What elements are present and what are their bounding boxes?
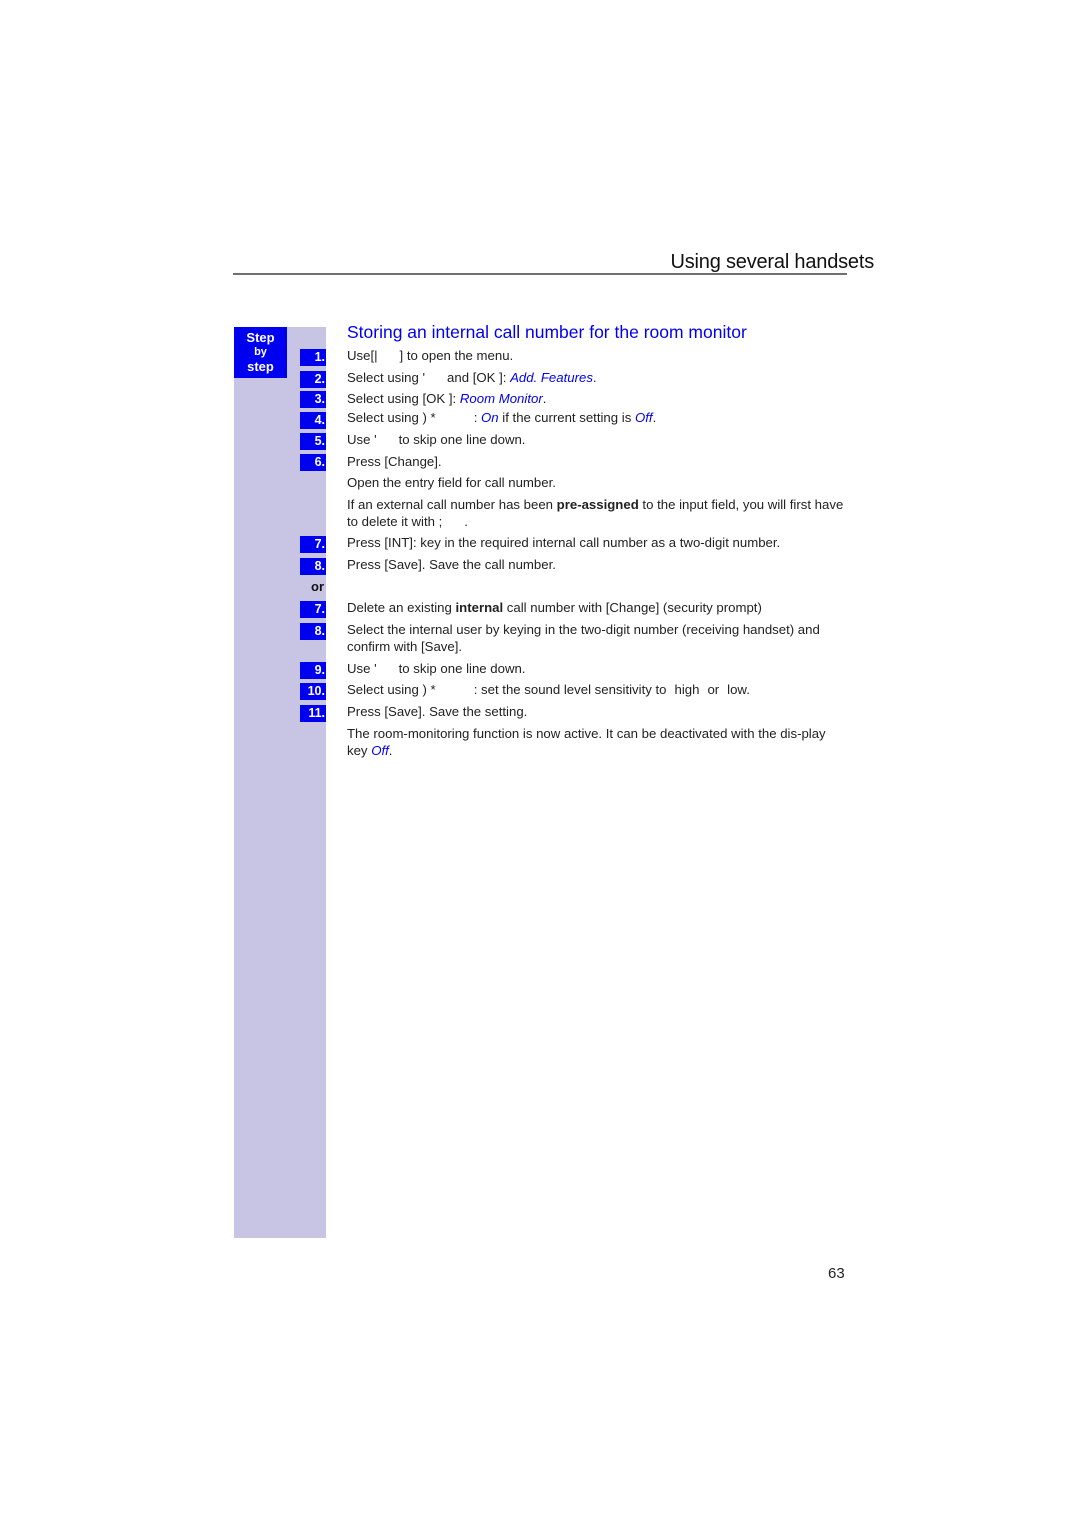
step-number-3: 3. — [300, 391, 326, 408]
step-number-4: 4. — [300, 412, 326, 429]
note-end: . — [464, 513, 468, 529]
step-number-10: 10. — [300, 683, 326, 700]
step-number-8b: 8. — [300, 623, 326, 640]
badge-word-step2: step — [247, 359, 274, 374]
step-8a-text: Press [Save]. Save the call number. — [347, 557, 556, 572]
step-10-post: : set the sound level sensitivity to — [473, 682, 667, 697]
step-number-7a: 7. — [300, 536, 326, 553]
alternative-or-label: or — [311, 579, 324, 594]
step-number-2: 2. — [300, 371, 326, 388]
step-5-pre: Use ' — [347, 432, 377, 447]
step-5-text: Use ' to skip one line down. — [347, 432, 525, 448]
step-number-9: 9. — [300, 662, 326, 679]
section-title: Storing an internal call number for the … — [347, 322, 747, 342]
step-number-8a: 8. — [300, 558, 326, 575]
step-2-post: . — [592, 370, 597, 385]
step-by-step-badge: Step by step — [234, 327, 287, 378]
step-4-pre: Select using ) * — [347, 410, 436, 425]
badge-word-by: by — [254, 346, 267, 358]
closing-pre: The room-monitoring function is now acti… — [347, 726, 826, 758]
step-10-text: Select using ) * : set the sound level se… — [347, 682, 750, 698]
step-9-text: Use ' to skip one line down. — [347, 661, 525, 677]
step-4-mid: : — [473, 410, 482, 425]
step-3-text: Select using [OK ]: Room Monitor. — [347, 391, 546, 407]
step-number-11: 11. — [300, 705, 326, 722]
header-divider — [233, 273, 847, 275]
step-10-end: . — [746, 682, 750, 697]
step-6-note-preassigned: If an external call number has been pre-… — [347, 497, 847, 530]
menu-item-add-features: Add. Features — [510, 370, 593, 385]
note-bold-preassigned: pre-assigned — [556, 497, 639, 512]
setting-on: On — [481, 410, 499, 425]
option-or: or — [707, 682, 720, 697]
step-4-mid2: if the current setting is — [498, 410, 635, 425]
step-1-text: Use[| ] to open the menu. — [347, 348, 513, 364]
option-low: low — [727, 682, 747, 697]
step-5-post: to skip one line down. — [398, 432, 526, 447]
step-9-post: to skip one line down. — [398, 661, 526, 676]
menu-item-room-monitor: Room Monitor — [459, 391, 543, 406]
step-number-1: 1. — [300, 349, 326, 366]
step-10-pre: Select using ) * — [347, 682, 436, 697]
step-7b-text: Delete an existing internal call number … — [347, 600, 762, 616]
running-header: Using several handsets — [670, 251, 875, 273]
step-11-text: Press [Save]. Save the setting. — [347, 704, 528, 719]
step-8b-text: Select the internal user by keying in th… — [347, 622, 820, 654]
step-4-post: . — [652, 410, 657, 425]
note-pre: If an external call number has been — [347, 497, 557, 512]
step-6-text: Press [Change]. — [347, 454, 442, 469]
closing-post: . — [388, 742, 393, 758]
step-number-5: 5. — [300, 433, 326, 450]
option-high: high — [674, 682, 700, 697]
step-number-6: 6. — [300, 454, 326, 471]
step-7b-post: call number with [Change] (security prom… — [503, 600, 762, 615]
step-2-mid: and [OK ]: — [447, 370, 511, 385]
step-3-pre: Select using [OK ]: — [347, 391, 460, 406]
step-4-text: Select using ) *: On if the current sett… — [347, 410, 656, 426]
step-9-pre: Use ' — [347, 661, 377, 676]
step-7b-pre: Delete an existing — [347, 600, 456, 615]
step-2-text: Select using ' and [OK ]: Add. Features. — [347, 370, 597, 386]
step-number-7b: 7. — [300, 601, 326, 618]
step-2-pre: Select using ' — [347, 370, 426, 385]
step-7a-text: Press [INT]: key in the required interna… — [347, 535, 781, 550]
step-3-post: . — [542, 391, 547, 406]
step-1-pre: Use[| — [347, 348, 378, 363]
step-6-note-open-field: Open the entry field for call number. — [347, 475, 556, 490]
page-number: 63 — [828, 1265, 845, 1282]
step-7b-bold: internal — [455, 600, 504, 615]
step-1-post: ] to open the menu. — [399, 348, 514, 363]
closing-note: The room-monitoring function is now acti… — [347, 726, 847, 759]
display-key-off: Off — [371, 742, 389, 758]
badge-word-step: Step — [246, 330, 275, 345]
setting-off: Off — [634, 410, 653, 425]
